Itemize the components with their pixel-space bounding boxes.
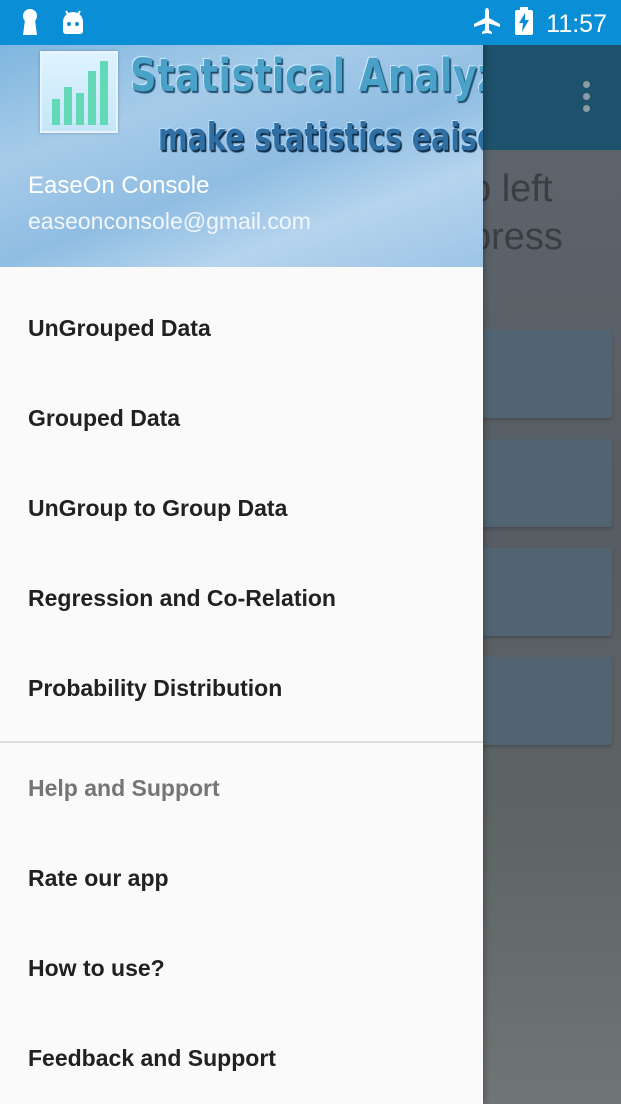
navigation-drawer: Statistical Analyzer make statistics eai… xyxy=(0,45,483,1104)
airplane-mode-icon xyxy=(472,6,502,41)
menu-item-rate-app[interactable]: Rate our app xyxy=(0,833,483,923)
menu-item-feedback-support[interactable]: Feedback and Support xyxy=(0,1013,483,1103)
brand-title: Statistical Analyzer xyxy=(130,49,483,102)
drawer-primary-menu: UnGrouped Data Grouped Data UnGroup to G… xyxy=(0,267,483,733)
menu-item-regression-correlation[interactable]: Regression and Co-Relation xyxy=(0,553,483,643)
menu-item-how-to-use[interactable]: How to use? xyxy=(0,923,483,1013)
menu-item-probability-distribution[interactable]: Probability Distribution xyxy=(0,643,483,733)
drawer-header: Statistical Analyzer make statistics eai… xyxy=(0,45,483,267)
status-bar: 11:57 xyxy=(0,0,621,45)
battery-charging-icon xyxy=(514,6,534,41)
brand-subtitle: make statistics eaiser xyxy=(158,115,483,159)
status-time: 11:57 xyxy=(546,9,607,38)
keyhole-icon xyxy=(20,8,40,41)
menu-item-ungrouped-data[interactable]: UnGrouped Data xyxy=(0,283,483,373)
android-icon xyxy=(60,9,86,40)
drawer-support-menu: Rate our app How to use? Feedback and Su… xyxy=(0,833,483,1103)
menu-item-ungroup-to-group-data[interactable]: UnGroup to Group Data xyxy=(0,463,483,553)
menu-item-grouped-data[interactable]: Grouped Data xyxy=(0,373,483,463)
help-support-header: Help and Support xyxy=(28,775,220,801)
account-email: easeonconsole@gmail.com xyxy=(28,208,311,234)
app-logo-icon xyxy=(40,51,118,133)
account-name: EaseOn Console xyxy=(28,172,210,199)
